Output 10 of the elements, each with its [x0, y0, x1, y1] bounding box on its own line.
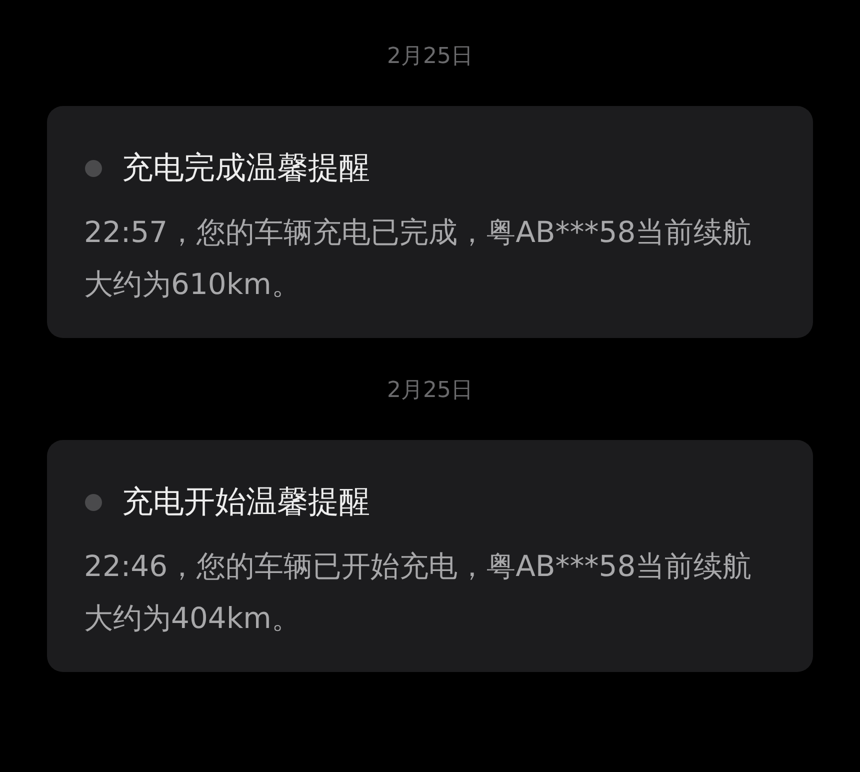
- message-title: 充电开始温馨提醒: [122, 483, 370, 522]
- message-card[interactable]: 充电开始温馨提醒 22:46，您的车辆已开始充电，粤AB***58当前续航大约为404km。: [47, 440, 813, 672]
- status-dot-icon: [85, 160, 102, 176]
- message-date: 2月25日: [386, 43, 474, 71]
- status-dot-icon: [85, 494, 102, 510]
- message-text: 22:46，您的车辆已开始充电，粤AB***58当前续航大约为404km。: [84, 548, 753, 637]
- message-card[interactable]: 充电完成温馨提醒 22:57，您的车辆充电已完成，粤AB***58当前续航大约为610km。: [47, 106, 813, 338]
- message-title: 充电完成温馨提醒: [122, 149, 370, 188]
- message-text: 22:57，您的车辆充电已完成，粤AB***58当前续航大约为610km。: [84, 214, 753, 303]
- message-date: 2月25日: [386, 377, 474, 405]
